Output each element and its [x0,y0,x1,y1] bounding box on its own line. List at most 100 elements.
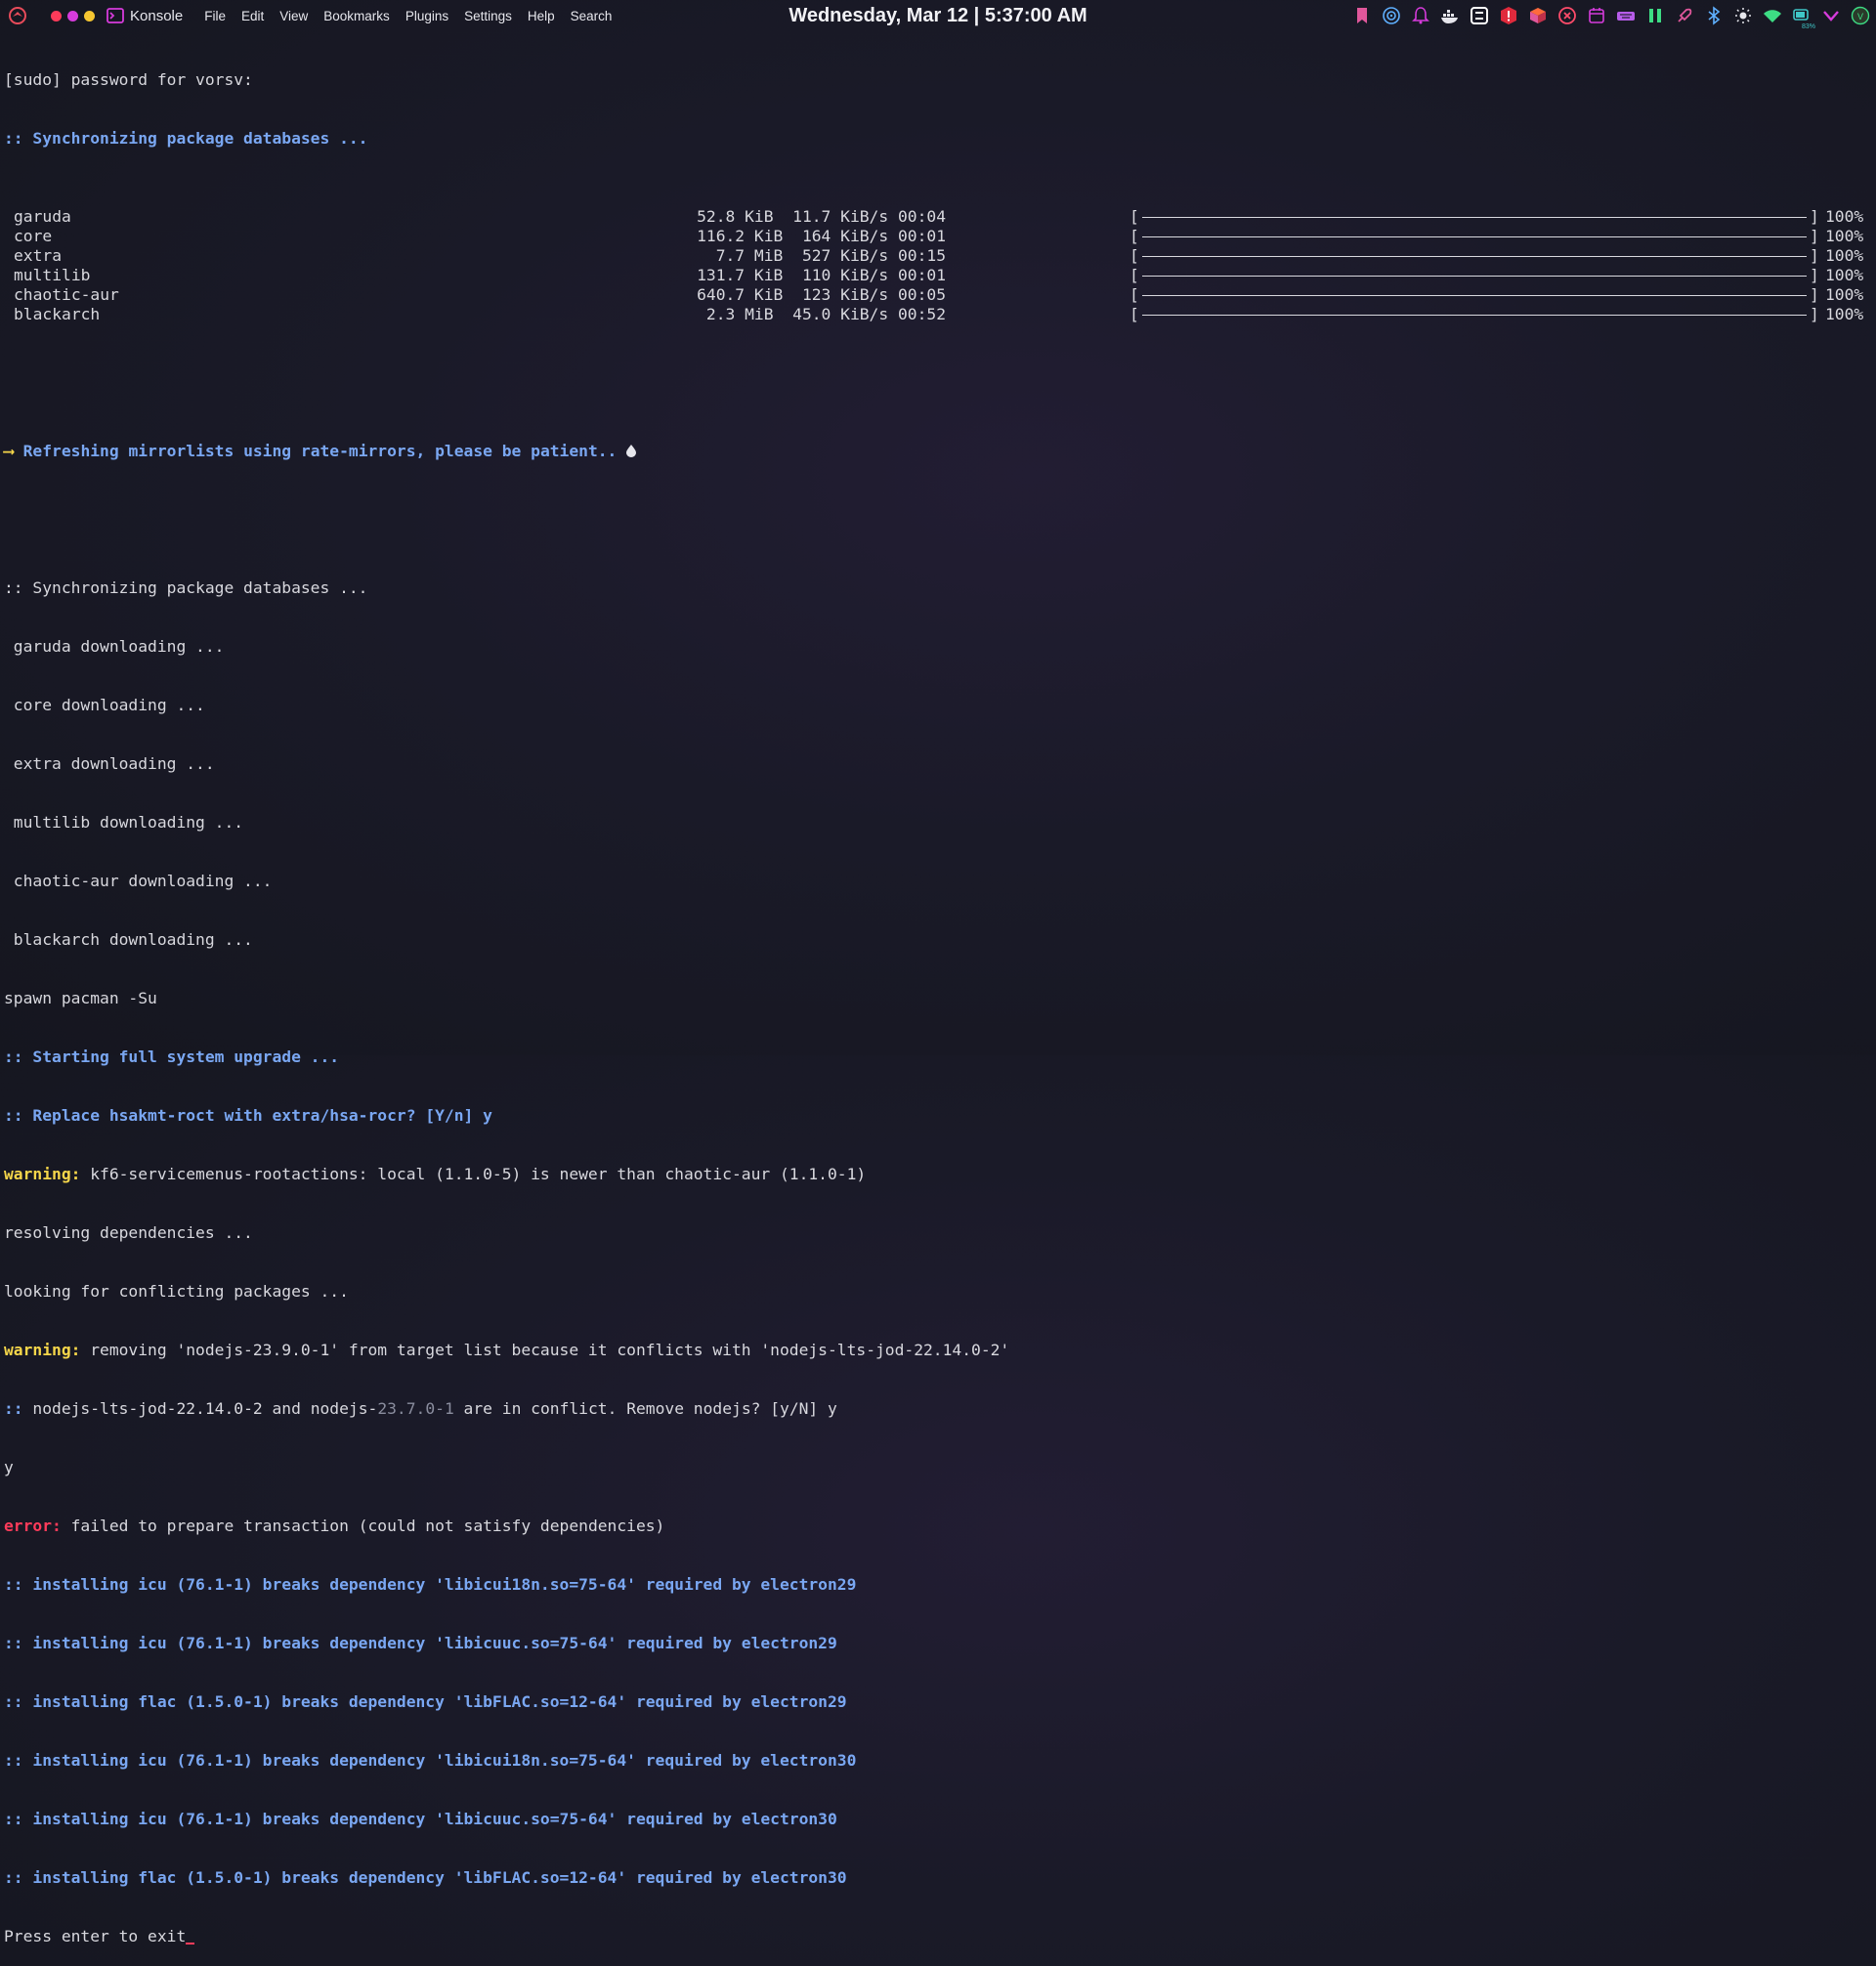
breaks-line: :: installing icu (76.1-1) breaks depend… [4,1751,857,1770]
download-line: multilib downloading ... [4,813,244,832]
starting-upgrade-line: :: Starting full system upgrade ... [4,1047,340,1066]
download-line: chaotic-aur downloading ... [4,872,273,890]
system-tray: 83% V [1350,0,1872,31]
terminal-output[interactable]: [sudo] password for vorsv: :: Synchroniz… [4,31,1872,1966]
progress-bar: [] [1130,285,1819,304]
refresh-line: ⟶ Refreshing mirrorlists using rate-mirr… [4,442,1872,461]
stop-circle-icon[interactable] [1556,4,1579,27]
breaks-line: :: installing flac (1.5.0-1) breaks depe… [4,1868,847,1887]
repo-name: chaotic-aur [14,285,119,304]
progress-percent: 100% [1825,246,1864,265]
progress-bar: [] [1130,266,1819,284]
menu-search[interactable]: Search [563,9,620,23]
download-line: extra downloading ... [4,754,215,773]
progress-percent: 100% [1825,207,1864,226]
repo-name: blackarch [14,305,101,323]
keyboard-icon[interactable] [1614,4,1638,27]
progress-percent: 100% [1825,305,1864,323]
wifi-icon[interactable] [1761,4,1784,27]
menu-settings[interactable]: Settings [456,9,520,23]
bluetooth-icon[interactable] [1702,4,1726,27]
garuda-logo-icon[interactable] [6,4,29,27]
looking-line: looking for conflicting packages ... [4,1282,349,1301]
sync-header-2: :: Synchronizing package databases ... [4,578,368,597]
warning-line-2: warning: removing 'nodejs-23.9.0-1' from… [4,1341,1010,1359]
repo-name: extra [14,246,63,265]
maximize-button[interactable] [67,10,78,21]
notification-bell-icon[interactable] [1409,4,1432,27]
hotspot-icon[interactable] [1380,4,1403,27]
repo-name: garuda [14,207,71,226]
package-icon[interactable] [1526,4,1550,27]
text-cursor [186,1943,195,1945]
brightness-icon[interactable] [1731,4,1755,27]
sync-row: extra 7.7 MiB 527 KiB/s 00:15 [] 100% [4,246,1872,266]
download-line: garuda downloading ... [4,637,225,656]
close-button[interactable] [51,10,62,21]
sync-row: garuda 52.8 KiB 11.7 KiB/s 00:04 [] 100% [4,207,1872,227]
download-line: blackarch downloading ... [4,930,253,949]
error-line: error: failed to prepare transaction (co… [4,1517,665,1535]
sync-row: blackarch 2.3 MiB 45.0 KiB/s 00:52 [] 100% [4,305,1872,324]
arrow-icon: ⟶ [4,442,14,460]
replace-prompt-line: :: Replace hsakmt-roct with extra/hsa-ro… [4,1106,492,1125]
sync-header: :: Synchronizing package databases ... [4,129,368,148]
progress-bar: [] [1130,305,1819,323]
progress-percent: 100% [1825,266,1864,284]
sync-icon[interactable] [1468,4,1491,27]
update-alert-icon[interactable] [1497,4,1520,27]
sync-table: garuda 52.8 KiB 11.7 KiB/s 00:04 [] 100% cor… [4,207,1872,324]
drop-icon [626,445,637,457]
progress-percent: 100% [1825,285,1864,304]
top-panel: Konsole File Edit View Bookmarks Plugins… [0,0,1876,31]
battery-icon[interactable]: 83% [1790,4,1815,30]
transfer-stats: 116.2 KiB 164 KiB/s 00:01 [697,227,946,245]
breaks-line: :: installing icu (76.1-1) breaks depend… [4,1575,857,1594]
svg-text:V: V [1857,12,1863,21]
spawn-line: spawn pacman -Su [4,989,157,1007]
resolving-line: resolving dependencies ... [4,1223,253,1242]
repo-name: core [14,227,53,245]
breaks-line: :: installing flac (1.5.0-1) breaks depe… [4,1692,847,1711]
progress-bar: [] [1130,207,1819,226]
exit-prompt-line[interactable]: Press enter to exit [4,1927,1872,1946]
download-line: core downloading ... [4,696,205,714]
app-name: Konsole [130,7,184,24]
chevron-down-icon[interactable] [1819,4,1843,27]
window-controls [51,10,95,21]
sync-row: core 116.2 KiB 164 KiB/s 00:01 [] 100% [4,227,1872,246]
sync-row: chaotic-aur 640.7 KiB 123 KiB/s 00:05 [] 10… [4,285,1872,305]
user-avatar[interactable]: V [1849,4,1872,27]
minimize-button[interactable] [84,10,95,21]
active-app[interactable]: Konsole [107,8,183,24]
bookmark-icon[interactable] [1350,4,1374,27]
menu-file[interactable]: File [196,9,234,23]
battery-percent: 83% [1801,23,1815,30]
warning-label: warning: [4,1341,81,1359]
konsole-icon [107,8,124,23]
docker-icon[interactable] [1438,4,1462,27]
progress-bar: [] [1130,227,1819,245]
conflict-prompt-line: :: nodejs-lts-jod-22.14.0-2 and nodejs-2… [4,1399,837,1418]
breaks-line: :: installing icu (76.1-1) breaks depend… [4,1634,837,1652]
transfer-stats: 131.7 KiB 110 KiB/s 00:01 [697,266,946,284]
transfer-stats: 2.3 MiB 45.0 KiB/s 00:52 [705,305,946,323]
menu-help[interactable]: Help [520,9,563,23]
menu-bar: File Edit View Bookmarks Plugins Setting… [196,9,619,23]
transfer-stats: 7.7 MiB 527 KiB/s 00:15 [715,246,946,265]
calendar-icon[interactable] [1585,4,1608,27]
menu-view[interactable]: View [272,9,316,23]
menu-plugins[interactable]: Plugins [398,9,456,23]
rocket-icon[interactable] [1673,4,1696,27]
transfer-stats: 52.8 KiB 11.7 KiB/s 00:04 [697,207,946,226]
breaks-line: :: installing icu (76.1-1) breaks depend… [4,1810,837,1828]
repo-name: multilib [14,266,91,284]
menu-edit[interactable]: Edit [234,9,272,23]
sudo-prompt: [sudo] password for vorsv: [4,70,253,89]
menu-bookmarks[interactable]: Bookmarks [316,9,398,23]
pause-icon[interactable] [1643,4,1667,27]
answer-line: y [4,1458,14,1476]
transfer-stats: 640.7 KiB 123 KiB/s 00:05 [697,285,946,304]
refresh-text: Refreshing mirrorlists using rate-mirror… [22,442,618,460]
error-label: error: [4,1517,62,1535]
